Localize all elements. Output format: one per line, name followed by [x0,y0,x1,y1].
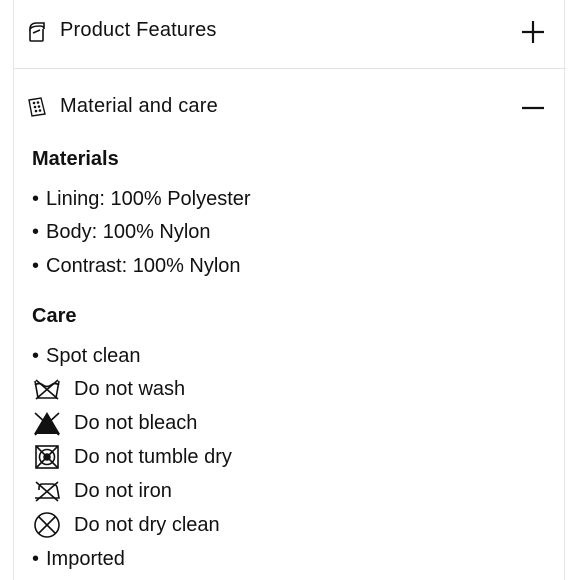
accordion-title: Product Features [60,19,217,41]
minus-icon[interactable] [519,94,547,122]
list-item: Do not bleach [32,407,197,439]
material-text: Lining: 100% Polyester [46,187,251,210]
care-text: Do not wash [74,377,186,400]
bullet: • [32,220,40,243]
list-item: Do not wash [32,373,185,405]
care-heading: Care [32,305,77,327]
material-text: Body: 100% Nylon [46,220,211,243]
do-not-tumble-dry-icon [32,443,62,471]
accordion-title: Material and care [60,95,218,117]
list-item: Do not tumble dry [32,441,232,473]
list-item: Do not dry clean [32,509,220,541]
do-not-wash-icon [32,375,62,403]
bullet: • [32,187,40,210]
product-details-panel: Product Features Material and care Mater… [13,0,566,580]
care-text: Imported [46,547,125,570]
list-item: • Imported [32,543,125,575]
list-item: Do not iron [32,475,172,507]
care-text: Do not bleach [74,411,198,434]
bullet: • [32,547,40,570]
list-item: • Lining: 100% Polyester [32,183,251,215]
divider [14,68,566,69]
fabric-swatch-icon [28,97,46,117]
accordion-material-and-care[interactable]: Material and care [14,75,566,141]
list-item: • Body: 100% Nylon [32,216,211,248]
do-not-dry-clean-icon [32,511,62,539]
care-text: Spot clean [46,344,141,367]
do-not-iron-icon [32,477,62,505]
accordion-product-features[interactable]: Product Features [14,0,566,66]
bullet: • [32,254,40,277]
materials-heading: Materials [32,148,119,170]
plus-icon[interactable] [519,18,547,46]
care-text: Do not dry clean [74,513,220,536]
material-text: Contrast: 100% Nylon [46,254,241,277]
care-text: Do not tumble dry [74,445,232,468]
care-text: Do not iron [74,479,172,502]
list-item: • Contrast: 100% Nylon [32,250,241,282]
do-not-bleach-icon [32,409,62,437]
list-item: • Spot clean [32,340,141,372]
bullet: • [32,344,40,367]
product-features-icon [29,22,45,42]
